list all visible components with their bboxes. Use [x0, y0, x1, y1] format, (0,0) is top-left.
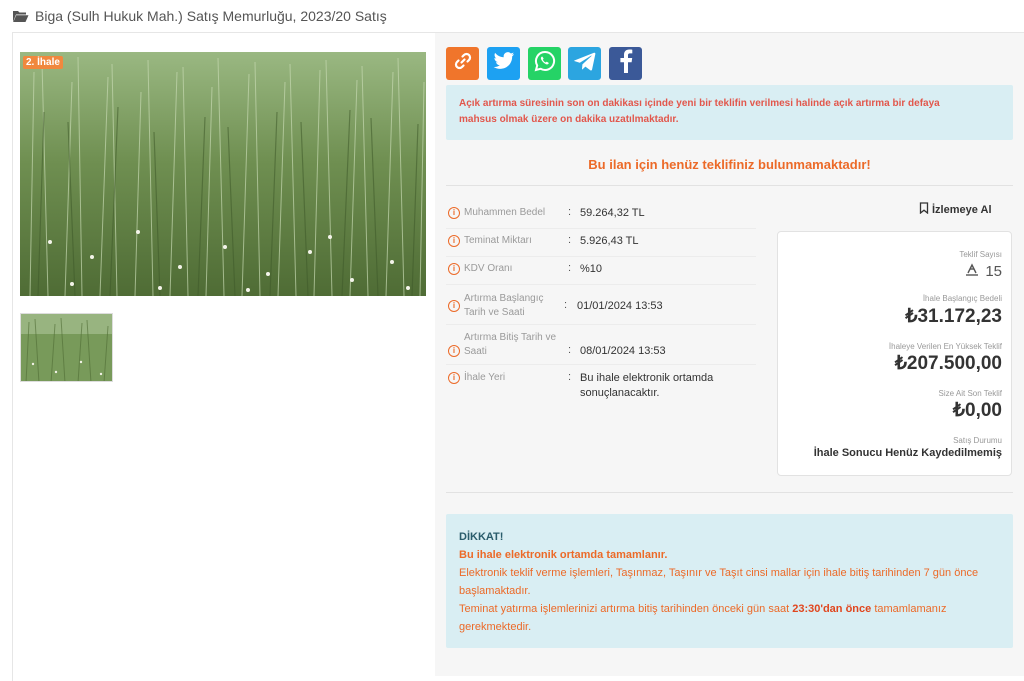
share-facebook-button[interactable]	[609, 47, 642, 80]
gavel-icon	[964, 262, 980, 280]
info-label-line1: Artırma Bitiş Tarih ve	[464, 332, 557, 343]
divider	[446, 185, 1013, 186]
attention-line1: Bu ihale elektronik ortamda tamamlanır.	[459, 549, 668, 561]
info-value-line2: sonuçlanacaktır.	[580, 387, 660, 399]
attention-line3b: tamamlamanız	[874, 603, 947, 615]
divider	[446, 492, 1013, 493]
attention-line3: Teminat yatırma işlemlerinizi artırma bi…	[459, 600, 1000, 618]
watch-label: İzlemeye Al	[932, 203, 992, 216]
share-whatsapp-button[interactable]	[528, 47, 561, 80]
info-colon: :	[568, 206, 572, 218]
folder-open-icon	[12, 10, 29, 23]
your-bid: ₺0,00	[952, 400, 1002, 421]
sale-status: İhale Sonucu Henüz Kaydedilmemiş	[813, 447, 1002, 459]
row-divider	[446, 256, 756, 257]
share-twitter-button[interactable]	[487, 47, 520, 80]
row-divider	[446, 228, 756, 229]
info-value-line1: Bu ihale elektronik ortamda	[580, 372, 714, 384]
auction-round-badge: 2. İhale	[23, 56, 63, 69]
info-icon: i	[448, 345, 460, 357]
highest-bid-label: İhaleye Verilen En Yüksek Teklif	[888, 342, 1002, 351]
info-value: %10	[580, 263, 603, 275]
info-icon: i	[448, 235, 460, 247]
extension-notice-line1: Açık artırma süresinin son on dakikası i…	[459, 98, 940, 109]
info-icon: i	[448, 263, 460, 275]
highest-bid: ₺207.500,00	[894, 353, 1002, 374]
share-telegram-button[interactable]	[568, 47, 601, 80]
whatsapp-icon	[534, 50, 556, 77]
deposit-deadline: 23:30'dan önce	[792, 603, 872, 615]
extension-notice: Açık artırma süresinin son on dakikası i…	[446, 85, 1013, 140]
info-colon: :	[564, 299, 568, 311]
info-value: 59.264,32 TL	[580, 207, 645, 219]
your-bid-label: Size Ait Son Teklif	[938, 389, 1002, 398]
start-price-label: İhale Başlangıç Bedeli	[922, 294, 1002, 303]
info-label-line2: Saati	[464, 346, 487, 357]
main-photo[interactable]	[20, 52, 426, 296]
start-price: ₺31.172,23	[905, 306, 1002, 327]
bookmark-icon	[919, 202, 929, 217]
bid-count-value: 15	[985, 262, 1002, 280]
extension-notice-line2: mahsus olmak üzere on dakika uzatılmakta…	[459, 114, 679, 125]
info-label: Muhammen Bedel	[464, 207, 546, 218]
attention-notice: DİKKAT! Bu ihale elektronik ortamda tama…	[446, 514, 1013, 648]
info-icon: i	[448, 300, 460, 312]
page-header: Biga (Sulh Hukuk Mah.) Satış Memurluğu, …	[12, 7, 387, 25]
info-colon: :	[568, 344, 572, 356]
auction-stats-card: Teklif Sayısı 15 İhale Başlangıç Bedeli …	[777, 231, 1012, 476]
bid-count: 15	[964, 262, 1002, 280]
no-bid-message: Bu ilan için henüz teklifiniz bulunmamak…	[588, 157, 871, 172]
attention-line3c: gerekmektedir.	[459, 621, 532, 633]
info-value: 08/01/2024 13:53	[580, 345, 666, 357]
info-value: 01/01/2024 13:53	[577, 300, 663, 312]
info-icon: i	[448, 372, 460, 384]
attention-line2b: başlamaktadır.	[459, 585, 531, 597]
row-divider	[446, 364, 756, 365]
info-value: 5.926,43 TL	[580, 235, 639, 247]
attention-title: DİKKAT!	[459, 531, 504, 543]
twitter-icon	[493, 51, 515, 76]
info-colon: :	[568, 371, 572, 383]
info-colon: :	[568, 234, 572, 246]
info-label-line2: Tarih ve Saati	[464, 307, 525, 318]
info-label-line1: Artırma Başlangıç	[464, 293, 544, 304]
page-title: Biga (Sulh Hukuk Mah.) Satış Memurluğu, …	[35, 8, 387, 24]
link-icon	[453, 51, 473, 76]
sale-status-label: Satış Durumu	[953, 436, 1002, 445]
attention-line3a: Teminat yatırma işlemlerinizi artırma bi…	[459, 603, 790, 615]
row-divider	[446, 284, 756, 285]
row-divider	[446, 324, 756, 325]
attention-line2a: Elektronik teklif verme işlemleri, Taşın…	[459, 567, 979, 579]
photo-thumbnail[interactable]	[20, 313, 113, 382]
telegram-icon	[573, 51, 596, 76]
share-link-button[interactable]	[446, 47, 479, 80]
info-label: İhale Yeri	[464, 372, 506, 383]
bid-count-label: Teklif Sayısı	[959, 250, 1002, 259]
info-label: Teminat Miktarı	[464, 235, 532, 246]
facebook-icon	[619, 49, 633, 78]
info-icon: i	[448, 207, 460, 219]
watch-button[interactable]: İzlemeye Al	[919, 202, 992, 217]
info-label: KDV Oranı	[464, 263, 513, 274]
info-colon: :	[568, 262, 572, 274]
